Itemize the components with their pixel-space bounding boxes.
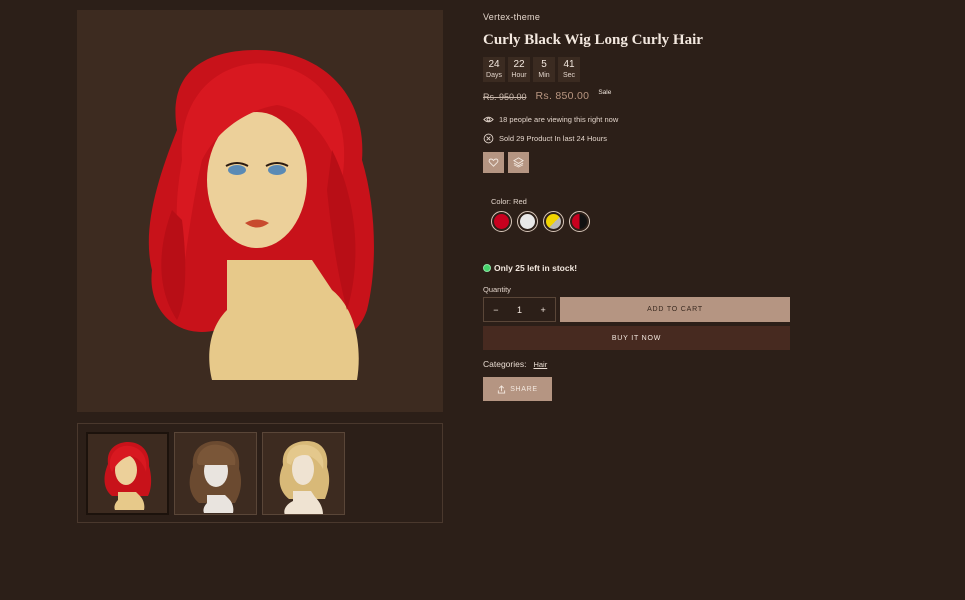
regular-price: Rs. 950.00 [483, 92, 527, 102]
categories-row: Categories: Hair [483, 359, 547, 369]
quantity-label: Quantity [483, 285, 511, 294]
thumbnail-blonde-wig[interactable] [262, 432, 345, 515]
product-title: Curly Black Wig Long Curly Hair [483, 32, 703, 48]
quantity-plus-button[interactable]: + [531, 305, 555, 315]
viewing-count: 18 people are viewing this right now [483, 114, 618, 125]
wishlist-button[interactable] [483, 152, 504, 173]
quantity-minus-button[interactable]: − [484, 305, 508, 315]
swatch-white[interactable] [517, 211, 538, 232]
compare-button[interactable] [508, 152, 529, 173]
category-link-hair[interactable]: Hair [533, 359, 547, 369]
main-product-image[interactable] [77, 10, 443, 412]
thumbnail-red-wig[interactable] [86, 432, 169, 515]
add-to-cart-button[interactable]: ADD TO CART [560, 297, 790, 322]
thumbnail-brown-wig[interactable] [174, 432, 257, 515]
color-swatches [491, 211, 590, 232]
swatch-black-red[interactable] [569, 211, 590, 232]
stock-dot [483, 264, 491, 272]
categories-label: Categories: [483, 359, 527, 369]
swatch-red[interactable] [491, 211, 512, 232]
countdown-timer: 24 Days 22 Hour 5 Min 41 Sec [483, 57, 580, 82]
heart-icon [488, 158, 499, 167]
upload-icon [498, 384, 506, 394]
sold-count: Sold 29 Product In last 24 Hours [483, 133, 607, 144]
share-button[interactable]: SHARE [483, 377, 552, 401]
countdown-days: 24 Days [483, 57, 505, 82]
quantity-input[interactable]: 1 [508, 305, 532, 315]
buy-now-button[interactable]: BUY IT NOW [483, 326, 790, 350]
thumbnail-gallery [77, 423, 443, 523]
sale-price: Rs. 850.00 [535, 90, 590, 102]
quantity-stepper: − 1 + [483, 297, 556, 322]
swatch-yellow[interactable] [543, 211, 564, 232]
stock-status: Only 25 left in stock! [483, 263, 577, 273]
price-row: Rs. 950.00 Rs. 850.00 Sale [483, 89, 612, 102]
countdown-hours: 22 Hour [508, 57, 530, 82]
layers-icon [513, 157, 524, 168]
countdown-minutes: 5 Min [533, 57, 555, 82]
close-circle-icon [483, 133, 494, 144]
product-vendor: Vertex-theme [483, 12, 541, 22]
color-label: Color: Red [491, 197, 527, 206]
sale-badge: Sale [598, 89, 612, 96]
countdown-seconds: 41 Sec [558, 57, 580, 82]
eye-icon [483, 116, 494, 123]
